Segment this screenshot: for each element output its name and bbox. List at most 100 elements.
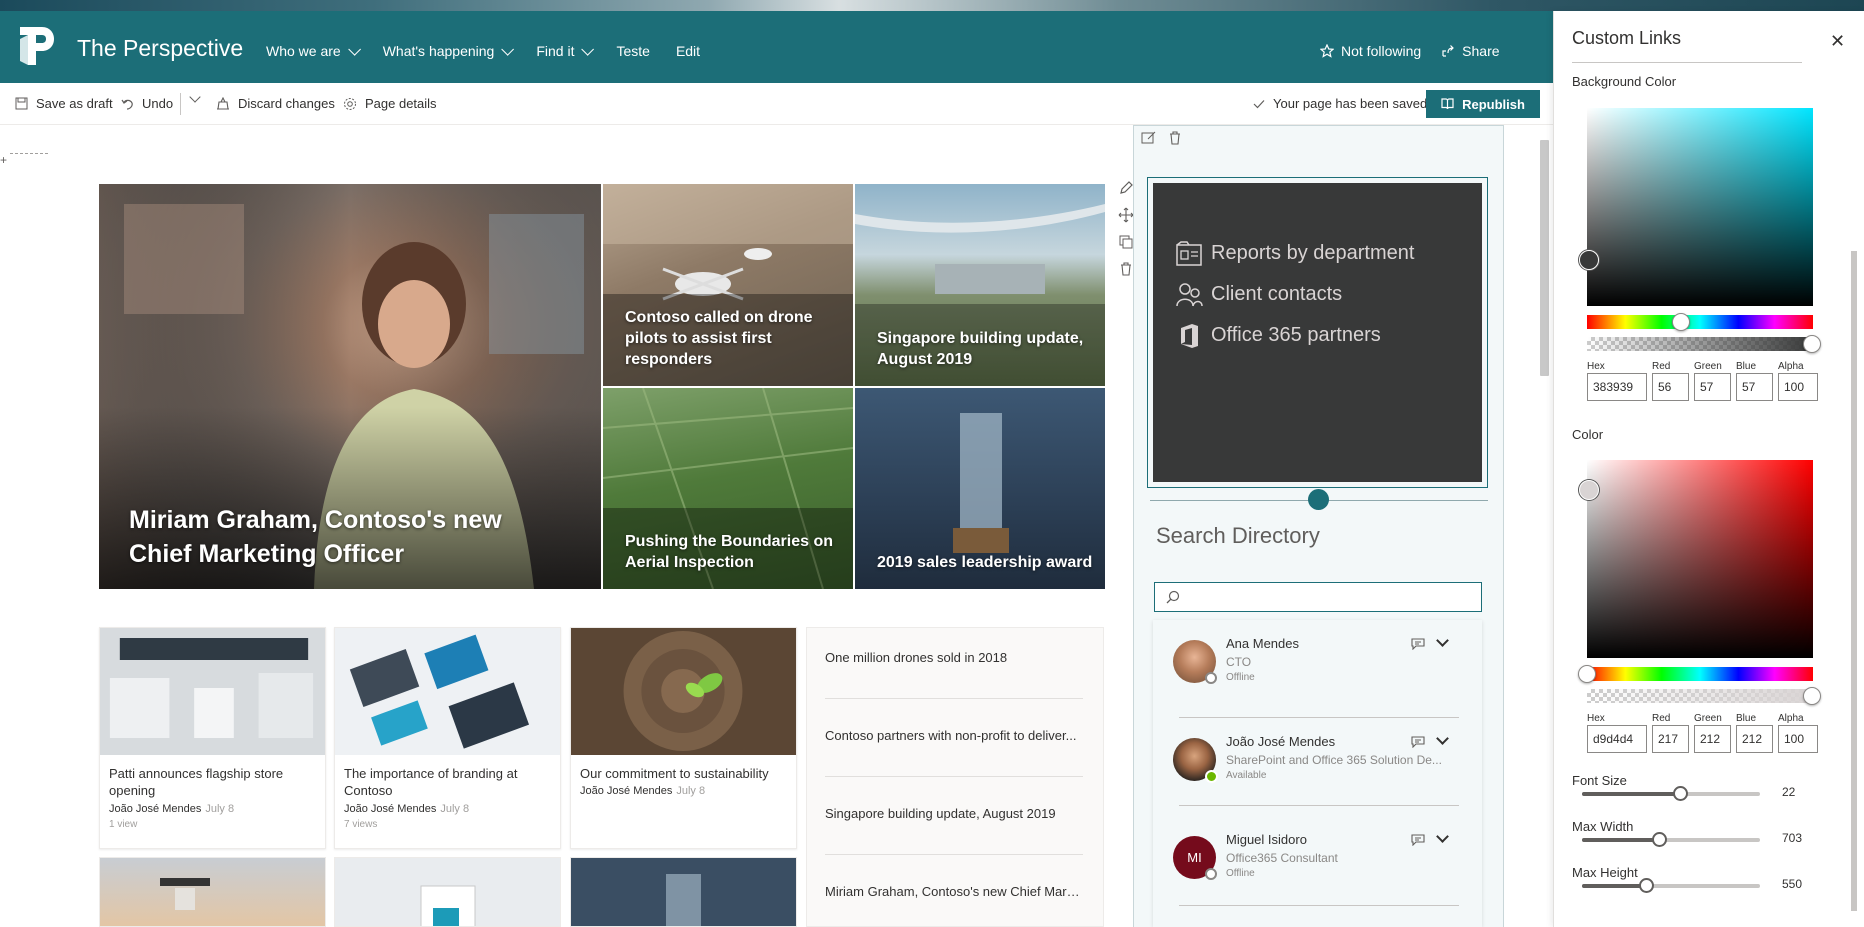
undo-button[interactable]: Undo — [121, 96, 173, 111]
news-card[interactable] — [570, 857, 797, 927]
green-field: Green — [1694, 361, 1731, 401]
red-field: Red — [1652, 713, 1689, 753]
background-color-fields: Hex Red Green Blue Alpha — [1587, 361, 1818, 401]
background-color-picker-handle[interactable] — [1579, 250, 1599, 270]
background-color-hue-slider[interactable] — [1587, 315, 1813, 329]
color-alpha-slider-thumb[interactable] — [1803, 687, 1821, 705]
search-box[interactable] — [1154, 582, 1482, 612]
person-card[interactable]: João José Mendes SharePoint and Office 3… — [1153, 718, 1482, 815]
chevron-down-icon[interactable] — [1436, 634, 1449, 647]
close-icon[interactable]: ✕ — [1830, 31, 1845, 52]
add-section-icon[interactable]: + — [0, 153, 7, 167]
nav-item-edit[interactable]: Edit — [676, 43, 700, 59]
chevron-down-icon[interactable] — [1436, 830, 1449, 843]
chat-icon[interactable] — [1411, 736, 1425, 748]
add-webpart-button[interactable] — [1308, 489, 1329, 510]
red-input[interactable] — [1652, 725, 1689, 753]
book-icon — [1441, 98, 1454, 110]
hex-input[interactable] — [1587, 373, 1647, 401]
news-card[interactable]: Patti announces flagship store opening J… — [99, 627, 326, 849]
news-card[interactable]: Our commitment to sustainability João Jo… — [570, 627, 797, 849]
slider-thumb[interactable] — [1651, 832, 1667, 847]
hero-tile-3[interactable]: Pushing the Boundaries on Aerial Inspect… — [603, 388, 853, 589]
color-picker-handle[interactable] — [1579, 480, 1599, 500]
chat-icon[interactable] — [1411, 638, 1425, 650]
slider-track[interactable] — [1582, 878, 1760, 893]
slider-thumb[interactable] — [1639, 878, 1655, 893]
move-icon[interactable] — [1118, 207, 1134, 223]
news-card[interactable]: The importance of branding at Contoso Jo… — [334, 627, 561, 849]
nav-item-label: Teste — [616, 43, 650, 59]
hero-tile-2[interactable]: Singapore building update, August 2019 — [855, 184, 1105, 386]
follow-label: Not following — [1341, 43, 1422, 59]
hero-tile-main[interactable]: Miriam Graham, Contoso's new Chief Marke… — [99, 184, 601, 589]
news-card[interactable] — [334, 857, 561, 927]
news-card-date: July 8 — [440, 803, 470, 815]
color-saturation-area[interactable] — [1587, 460, 1813, 658]
hero-tile-4[interactable]: 2019 sales leadership award — [855, 388, 1105, 589]
pane-scrollbar-thumb[interactable] — [1851, 251, 1857, 911]
canvas-scrollbar-thumb[interactable] — [1540, 140, 1549, 376]
chevron-down-icon — [501, 42, 515, 56]
news-list-item[interactable]: Singapore building update, August 2019 — [825, 806, 1083, 821]
blue-input[interactable] — [1736, 725, 1773, 753]
nav-item-find-it[interactable]: Find it — [536, 42, 595, 59]
alpha-input[interactable] — [1778, 725, 1818, 753]
hero-tile-1[interactable]: Contoso called on drone pilots to assist… — [603, 184, 853, 386]
green-label: Green — [1694, 361, 1722, 372]
site-title[interactable]: The Perspective — [77, 35, 243, 62]
add-section-line[interactable] — [10, 153, 48, 154]
custom-link-reports[interactable]: Reports by department — [1153, 233, 1482, 274]
delete-section-icon[interactable] — [1167, 130, 1183, 146]
slider-track[interactable] — [1582, 832, 1760, 847]
share-button[interactable]: Share — [1441, 43, 1500, 59]
color-hue-slider-thumb[interactable] — [1578, 665, 1596, 683]
discard-changes-button[interactable]: Discard changes — [216, 96, 335, 111]
alpha-input[interactable] — [1778, 373, 1818, 401]
chevron-down-icon — [581, 42, 595, 56]
edit-section-icon[interactable] — [1141, 130, 1157, 146]
command-bar: Save as draft Undo Discard changes Page … — [0, 83, 1553, 125]
nav-item-who-we-are[interactable]: Who we are — [266, 42, 361, 59]
color-alpha-slider[interactable] — [1587, 689, 1813, 703]
follow-button[interactable]: Not following — [1320, 43, 1421, 59]
custom-links-webpart[interactable]: Reports by department Client contacts Of… — [1147, 177, 1488, 488]
nav-item-teste[interactable]: Teste — [616, 43, 649, 59]
save-as-draft-button[interactable]: Save as draft — [15, 96, 113, 111]
undo-menu-chevron[interactable] — [189, 91, 201, 103]
custom-link-contacts[interactable]: Client contacts — [1153, 274, 1482, 315]
page-details-button[interactable]: Page details — [343, 96, 437, 111]
background-alpha-slider-thumb[interactable] — [1803, 335, 1821, 353]
slider-thumb[interactable] — [1672, 786, 1688, 801]
background-color-saturation-area[interactable] — [1587, 108, 1813, 306]
hex-field: Hex — [1587, 713, 1647, 753]
blue-input[interactable] — [1736, 373, 1773, 401]
edit-pencil-icon[interactable] — [1118, 180, 1134, 196]
custom-link-office[interactable]: Office 365 partners — [1153, 315, 1482, 356]
delete-icon[interactable] — [1118, 261, 1134, 277]
chat-icon[interactable] — [1411, 834, 1425, 846]
slider-track[interactable] — [1582, 786, 1760, 801]
hex-input[interactable] — [1587, 725, 1647, 753]
person-status: Available — [1226, 770, 1267, 781]
chevron-down-icon[interactable] — [1436, 732, 1449, 745]
news-card[interactable] — [99, 857, 326, 927]
person-name: Miguel Isidoro — [1226, 832, 1307, 847]
green-input[interactable] — [1694, 725, 1731, 753]
site-logo[interactable] — [16, 25, 56, 67]
background-color-alpha-slider[interactable] — [1587, 337, 1813, 351]
red-input[interactable] — [1652, 373, 1689, 401]
duplicate-icon[interactable] — [1118, 234, 1134, 250]
person-card[interactable]: MI Miguel Isidoro Office365 Consultant O… — [1153, 816, 1482, 913]
person-card[interactable]: Ana Mendes CTO Offline — [1153, 620, 1482, 717]
news-list-item[interactable]: One million drones sold in 2018 — [825, 650, 1083, 665]
republish-button[interactable]: Republish — [1426, 90, 1540, 118]
nav-item-whats-happening[interactable]: What's happening — [383, 42, 515, 59]
news-list-item[interactable]: Contoso partners with non-profit to deli… — [825, 728, 1083, 743]
search-input[interactable] — [1187, 587, 1467, 607]
color-hue-slider[interactable] — [1587, 667, 1813, 681]
green-input[interactable] — [1694, 373, 1731, 401]
news-list-item[interactable]: Miriam Graham, Contoso's new Chief Mark.… — [825, 884, 1083, 899]
background-hue-slider-thumb[interactable] — [1672, 313, 1690, 331]
presence-available-icon — [1205, 770, 1218, 783]
